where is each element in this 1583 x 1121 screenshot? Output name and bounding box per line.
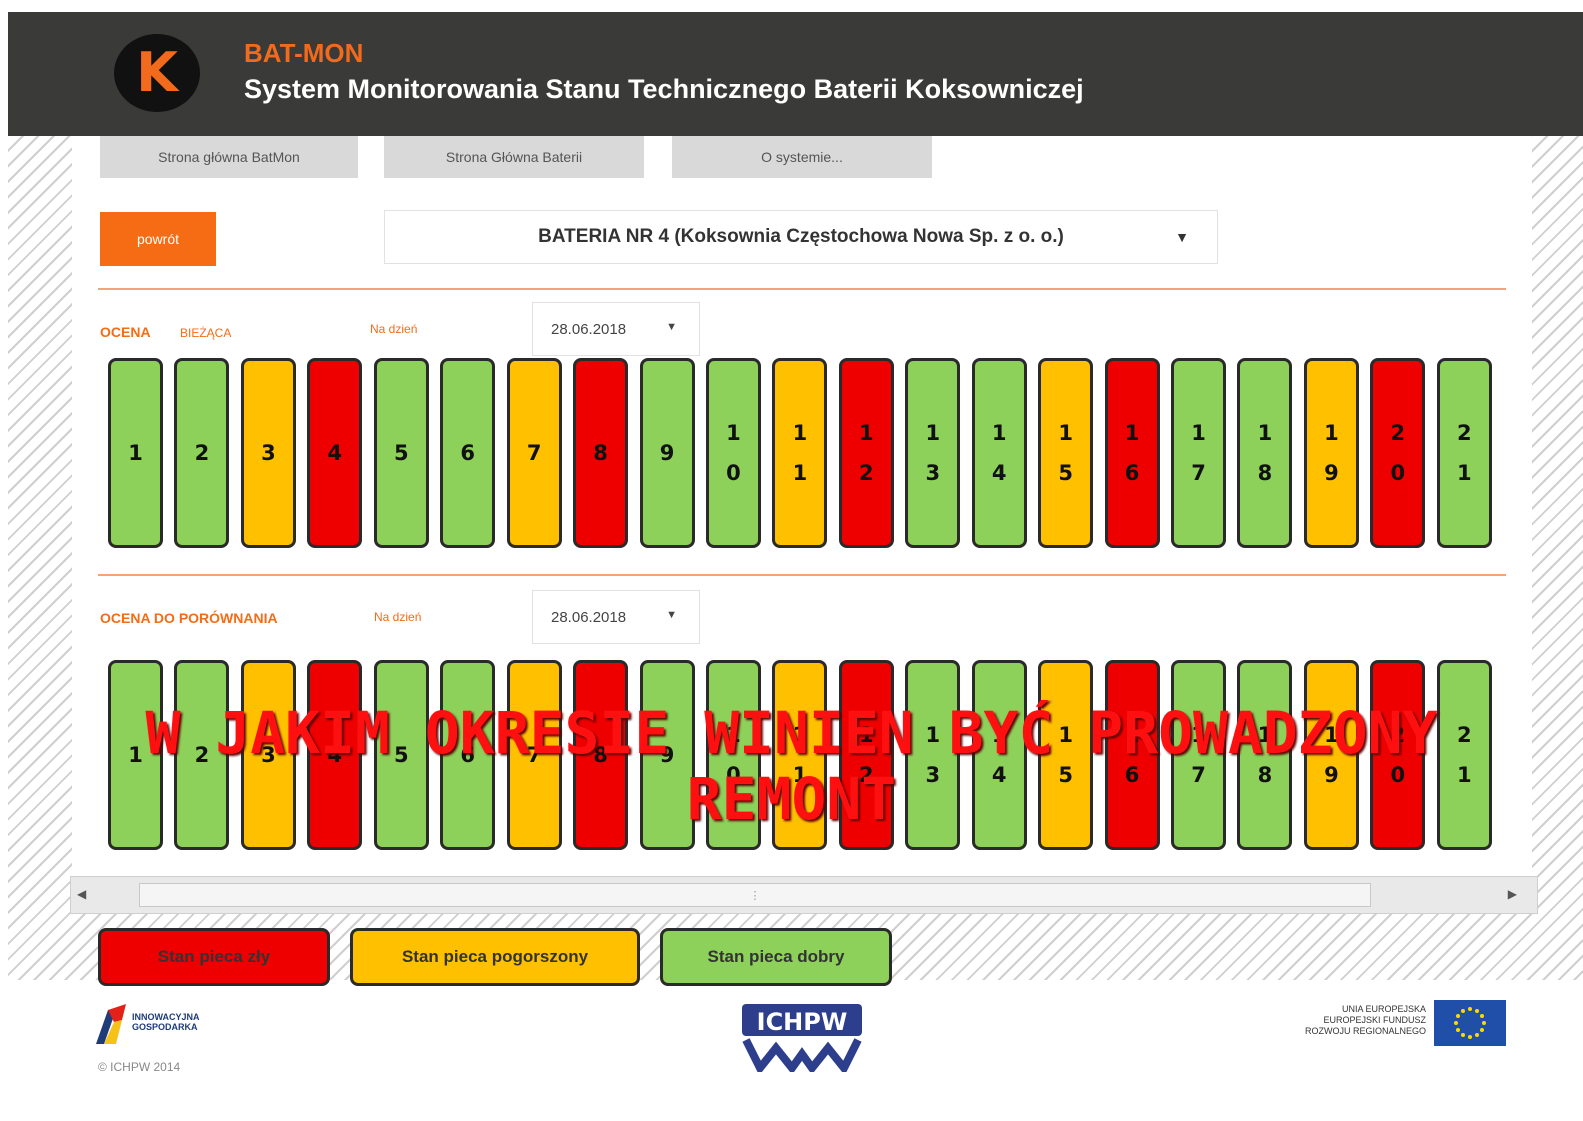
- current-rating-sublabel: BIEŻĄCA: [180, 326, 232, 340]
- oven-21[interactable]: 21: [1436, 358, 1492, 548]
- oven-number-digit: 3: [925, 461, 941, 485]
- compare-rating-label: OCENA DO PORÓWNANIA: [100, 610, 278, 626]
- current-rating-label: OCENA: [100, 324, 151, 340]
- oven-number-digit: 1: [726, 421, 741, 445]
- copyright: © ICHPW 2014: [98, 1060, 181, 1074]
- current-date-label: Na dzień: [370, 322, 418, 336]
- innowacyjna-gospodarka-logo: INNOWACYJNA GOSPODARKA: [96, 1004, 256, 1046]
- oven-number-digit: 1: [991, 421, 1007, 445]
- oven-number-digit: 5: [1058, 461, 1073, 485]
- oven-number-digit: 1: [1124, 421, 1140, 445]
- oven-4[interactable]: 4: [307, 358, 363, 548]
- oven-number-digit: 4: [991, 461, 1007, 485]
- eu-flag-icon: [1434, 1000, 1506, 1046]
- oven-20[interactable]: 20: [1370, 358, 1426, 548]
- oven-number-digit: 1: [1191, 421, 1206, 445]
- legend-good: Stan pieca dobry: [660, 928, 892, 986]
- oven-number-digit: 1: [859, 421, 874, 445]
- oven-row-current: 123456789101112131415161718192021: [108, 358, 1492, 548]
- oven-13[interactable]: 13: [905, 358, 961, 548]
- oven-18[interactable]: 18: [1237, 358, 1293, 548]
- bat-mon-logo[interactable]: K: [114, 34, 200, 112]
- nav-home-button[interactable]: Strona główna BatMon: [100, 136, 358, 178]
- oven-8[interactable]: 8: [573, 358, 629, 548]
- chevron-down-icon: ▼: [1175, 229, 1189, 245]
- compare-date-select[interactable]: 28.06.2018 ▼: [532, 590, 700, 644]
- battery-select-value: BATERIA NR 4 (Koksownia Częstochowa Nowa…: [538, 226, 1064, 247]
- oven-number-digit: 0: [726, 461, 741, 485]
- oven-number-digit: 1: [1456, 461, 1472, 485]
- legend-degraded: Stan pieca pogorszony: [350, 928, 640, 986]
- oven-7[interactable]: 7: [506, 358, 562, 548]
- oven-number-digit: 1: [1324, 421, 1339, 445]
- scroll-right-icon[interactable]: ▶: [1508, 887, 1517, 901]
- oven-6[interactable]: 6: [440, 358, 496, 548]
- oven-number-digit: 1: [1058, 421, 1073, 445]
- ig-logo-text: INNOWACYJNA GOSPODARKA: [132, 1012, 200, 1032]
- chevron-down-icon: ▼: [666, 321, 677, 333]
- oven-3[interactable]: 3: [240, 358, 296, 548]
- oven-number-digit: 1: [792, 421, 808, 445]
- oven-number-digit: 1: [925, 421, 941, 445]
- oven-number-digit: 7: [1191, 461, 1206, 485]
- oven-number-digit: 2: [1456, 421, 1472, 445]
- compare-date-label: Na dzień: [374, 610, 422, 624]
- legend-bad: Stan pieca zły: [98, 928, 330, 986]
- logo-letter: K: [136, 41, 178, 104]
- oven-number-digit: 6: [460, 441, 475, 465]
- horizontal-scrollbar[interactable]: ◀ ⋮ ▶: [70, 876, 1538, 914]
- oven-12[interactable]: 12: [838, 358, 894, 548]
- back-button[interactable]: powrót: [100, 212, 216, 266]
- oven-17[interactable]: 17: [1171, 358, 1226, 548]
- divider: [98, 574, 1506, 576]
- scroll-left-icon[interactable]: ◀: [77, 887, 86, 901]
- oven-9[interactable]: 9: [639, 358, 695, 548]
- divider: [98, 288, 1506, 290]
- ichpw-logo-text: ICHPW: [757, 1008, 848, 1036]
- nav-about-button[interactable]: O systemie...: [672, 136, 932, 178]
- oven-19[interactable]: 19: [1303, 358, 1359, 548]
- chevron-down-icon: ▼: [666, 609, 677, 621]
- overlay-line-2: REMONT: [686, 765, 897, 832]
- oven-1[interactable]: 1: [108, 358, 163, 548]
- oven-2[interactable]: 2: [174, 358, 230, 548]
- oven-16[interactable]: 16: [1104, 358, 1160, 548]
- battery-select[interactable]: BATERIA NR 4 (Koksownia Częstochowa Nowa…: [384, 210, 1218, 264]
- ue-logo-text: UNIA EUROPEJSKA EUROPEJSKI FUNDUSZ ROZWO…: [1304, 1004, 1426, 1036]
- oven-number-digit: 8: [593, 441, 608, 465]
- oven-number-digit: 9: [1324, 461, 1339, 485]
- overlay-caption: W JAKIM OKRESIE WINIEN BYĆ PROWADZONY RE…: [0, 700, 1583, 832]
- oven-10[interactable]: 10: [705, 358, 761, 548]
- oven-14[interactable]: 14: [971, 358, 1027, 548]
- app-name: BAT-MON: [244, 38, 364, 68]
- oven-number-digit: 9: [659, 441, 675, 465]
- ichpw-logo: ICHPW: [742, 1004, 862, 1072]
- oven-15[interactable]: 15: [1038, 358, 1094, 548]
- oven-5[interactable]: 5: [373, 358, 429, 548]
- oven-number-digit: 3: [261, 441, 276, 465]
- oven-number-digit: 7: [526, 441, 542, 465]
- nav-battery-home-button[interactable]: Strona Główna Baterii: [384, 136, 644, 178]
- scroll-thumb[interactable]: ⋮: [139, 883, 1371, 907]
- overlay-line-1: W JAKIM OKRESIE WINIEN BYĆ PROWADZONY: [145, 700, 1438, 767]
- oven-number-digit: 0: [1390, 461, 1406, 485]
- app-subtitle: System Monitorowania Stanu Technicznego …: [244, 74, 1084, 104]
- oven-number-digit: 6: [1124, 461, 1140, 485]
- oven-11[interactable]: 11: [772, 358, 828, 548]
- oven-number-digit: 2: [859, 461, 874, 485]
- oven-number-digit: 1: [128, 441, 143, 465]
- oven-number-digit: 8: [1257, 461, 1273, 485]
- oven-number-digit: 5: [393, 441, 409, 465]
- current-date-value: 28.06.2018: [551, 320, 627, 338]
- oven-number-digit: 1: [792, 461, 808, 485]
- oven-number-digit: 2: [194, 441, 210, 465]
- compare-date-value: 28.06.2018: [551, 608, 627, 626]
- ig-flag-icon: [96, 1004, 126, 1044]
- oven-number-digit: 2: [1390, 421, 1406, 445]
- current-date-select[interactable]: 28.06.2018 ▼: [532, 302, 700, 356]
- oven-number-digit: 1: [1257, 421, 1273, 445]
- oven-number-digit: 4: [327, 441, 343, 465]
